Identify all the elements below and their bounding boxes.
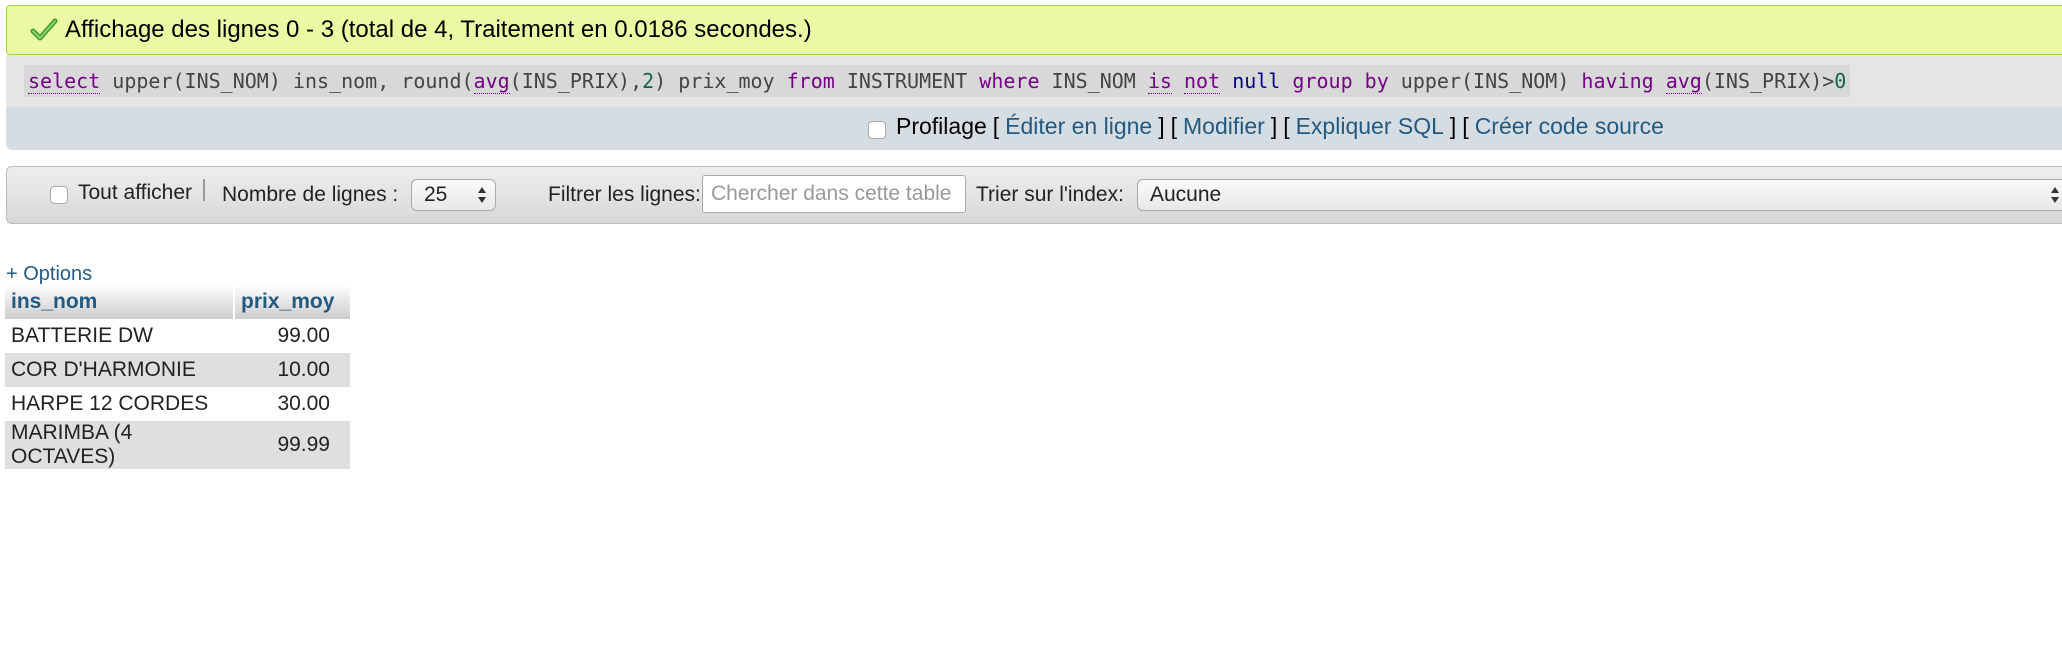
bracket: ] [1158, 113, 1165, 139]
column-header-ins-nom[interactable]: ins_nom [5, 285, 235, 319]
cell-ins-nom: BATTERIE DW [5, 319, 235, 353]
sql-token: select [28, 69, 101, 94]
sql-token: upper(INS_NOM) [1388, 69, 1582, 93]
sql-token: null [1232, 69, 1281, 93]
profiling-checkbox[interactable] [868, 120, 886, 139]
create-source-link[interactable]: Créer code source [1475, 113, 1664, 140]
sql-token: upper(INS_NOM) ins_nom, round( [100, 69, 474, 93]
table-row[interactable]: COR D'HARMONIE 10.00 [5, 353, 350, 387]
filter-label: Filtrer les lignes: [548, 183, 701, 206]
sql-token: avg [1665, 69, 1702, 94]
sort-index-select[interactable]: Aucune [1137, 179, 2062, 211]
table-row[interactable]: HARPE 12 CORDES 30.00 [5, 387, 350, 421]
sql-token: 2 [642, 69, 655, 93]
divider [203, 179, 205, 201]
rows-count-value: 25 [424, 183, 448, 206]
sql-query-box: select upper(INS_NOM) ins_nom, round(avg… [6, 55, 2062, 107]
bracket: [ [1283, 113, 1290, 139]
sql-token: 0 [1834, 69, 1847, 93]
modify-link[interactable]: Modifier [1183, 113, 1265, 140]
success-text: Affichage des lignes 0 - 3 (total de 4, … [65, 16, 812, 43]
cell-prix-moy: 10.00 [235, 353, 350, 387]
cell-ins-nom: COR D'HARMONIE [5, 353, 235, 387]
sql-token: avg [473, 69, 510, 94]
cell-prix-moy: 99.00 [235, 319, 350, 353]
table-row[interactable]: MARIMBA (4 OCTAVES) 99.99 [5, 421, 350, 469]
table-row[interactable]: BATTERIE DW 99.00 [5, 319, 350, 353]
cell-ins-nom: HARPE 12 CORDES [5, 387, 235, 421]
select-arrows-icon [478, 187, 486, 203]
show-all-checkbox[interactable] [50, 186, 68, 204]
select-arrows-icon [2051, 187, 2059, 203]
sort-index-label: Trier sur l'index: [976, 183, 1124, 206]
sql-token: ) prix_moy [654, 69, 787, 93]
bracket: ] [1270, 113, 1278, 139]
show-all-label: Tout afficher [78, 181, 193, 204]
bracket: [ [1462, 113, 1469, 139]
profiling-label: Profilage [896, 113, 987, 139]
rows-count-label: Nombre de lignes : [222, 183, 399, 206]
show-all-control[interactable]: Tout afficher [50, 167, 192, 223]
sort-index-value: Aucune [1150, 183, 1222, 206]
rows-count-select[interactable]: 25 [411, 179, 496, 211]
bracket: [ [1170, 113, 1177, 139]
column-header-prix-moy[interactable]: prix_moy [235, 285, 350, 319]
explain-sql-link[interactable]: Expliquer SQL [1296, 113, 1444, 140]
sql-token: INS_NOM [1039, 69, 1148, 93]
sql-token: having [1581, 69, 1654, 93]
bracket: ] [1449, 113, 1457, 139]
sql-token: from [786, 69, 835, 93]
success-message: Affichage des lignes 0 - 3 (total de 4, … [6, 5, 2062, 55]
navigation-bar: Tout afficher Nombre de lignes : 25 Filt… [6, 166, 2062, 224]
edit-inline-link[interactable]: Éditer en ligne [1005, 113, 1152, 140]
sql-token: is [1147, 69, 1172, 94]
query-actions-bar: Profilage [ Éditer en ligne ] [ Modifier… [6, 107, 2062, 150]
checkmark-icon [30, 18, 58, 41]
table-header-row: ins_nom prix_moy [5, 285, 350, 319]
sql-token: (INS_PRIX), [509, 69, 643, 93]
sql-token: by [1364, 69, 1389, 93]
sql-token: not [1184, 69, 1221, 94]
filter-rows-input[interactable]: Chercher dans cette table [702, 175, 966, 213]
options-link[interactable]: + Options [6, 263, 92, 286]
results-table: ins_nom prix_moy BATTERIE DW 99.00 COR D… [5, 285, 350, 469]
sql-token: INSTRUMENT [834, 69, 980, 93]
cell-prix-moy: 30.00 [235, 387, 350, 421]
cell-ins-nom: MARIMBA (4 OCTAVES) [5, 421, 235, 469]
sql-token: (INS_PRIX)> [1701, 69, 1835, 93]
sql-token: group [1292, 69, 1353, 93]
bracket: [ [992, 113, 1000, 139]
cell-prix-moy: 99.99 [235, 421, 350, 469]
sql-token: where [979, 69, 1040, 93]
sql-query[interactable]: select upper(INS_NOM) ins_nom, round(avg… [24, 65, 1851, 97]
